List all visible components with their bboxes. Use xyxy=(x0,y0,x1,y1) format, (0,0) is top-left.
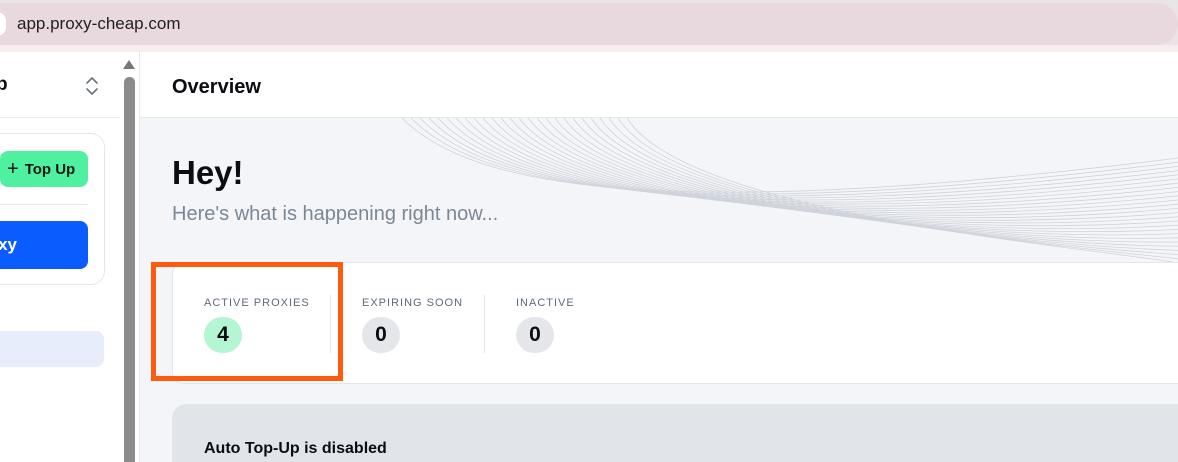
sidebar: p + Top Up xy xyxy=(0,52,140,462)
url-text: app.proxy-cheap.com xyxy=(17,14,181,33)
scrollbar-thumb[interactable] xyxy=(124,77,135,462)
highlight-box xyxy=(151,262,343,381)
sidebar-item-overview[interactable] xyxy=(0,331,104,367)
top-up-button[interactable]: + Top Up xyxy=(0,151,88,187)
greeting-heading: Hey! xyxy=(172,154,244,191)
stat-label: EXPIRING SOON xyxy=(362,297,464,309)
hero-pattern xyxy=(401,118,1178,262)
main-content: Overview Hey! Here's what is happening r… xyxy=(140,52,1178,462)
stat-divider xyxy=(484,295,485,353)
auto-topup-panel: Auto Top-Up is disabled xyxy=(172,404,1178,462)
address-bar-divider xyxy=(0,45,1178,52)
sidebar-divider xyxy=(0,117,120,118)
stat-value-badge: 0 xyxy=(516,317,554,353)
site-info-icon[interactable] xyxy=(0,12,6,36)
browser-address-bar: app.proxy-cheap.com xyxy=(0,0,1178,52)
workspace-name: p xyxy=(0,74,8,95)
page-title: Overview xyxy=(172,76,261,98)
plus-icon: + xyxy=(7,158,19,180)
stat-value-badge: 0 xyxy=(362,317,400,353)
chevron-up-down-icon[interactable] xyxy=(84,74,100,98)
top-up-label: Top Up xyxy=(24,160,76,178)
card-divider xyxy=(0,204,88,205)
main-header: Overview xyxy=(140,52,1178,118)
buy-proxy-button[interactable]: xy xyxy=(0,221,88,269)
scroll-up-arrow-icon[interactable] xyxy=(123,60,135,69)
greeting-subtitle: Here's what is happening right now... xyxy=(172,203,499,225)
url-field[interactable]: app.proxy-cheap.com xyxy=(0,3,1178,45)
stat-label: INACTIVE xyxy=(516,297,575,309)
auto-topup-status: Auto Top-Up is disabled xyxy=(204,440,387,457)
